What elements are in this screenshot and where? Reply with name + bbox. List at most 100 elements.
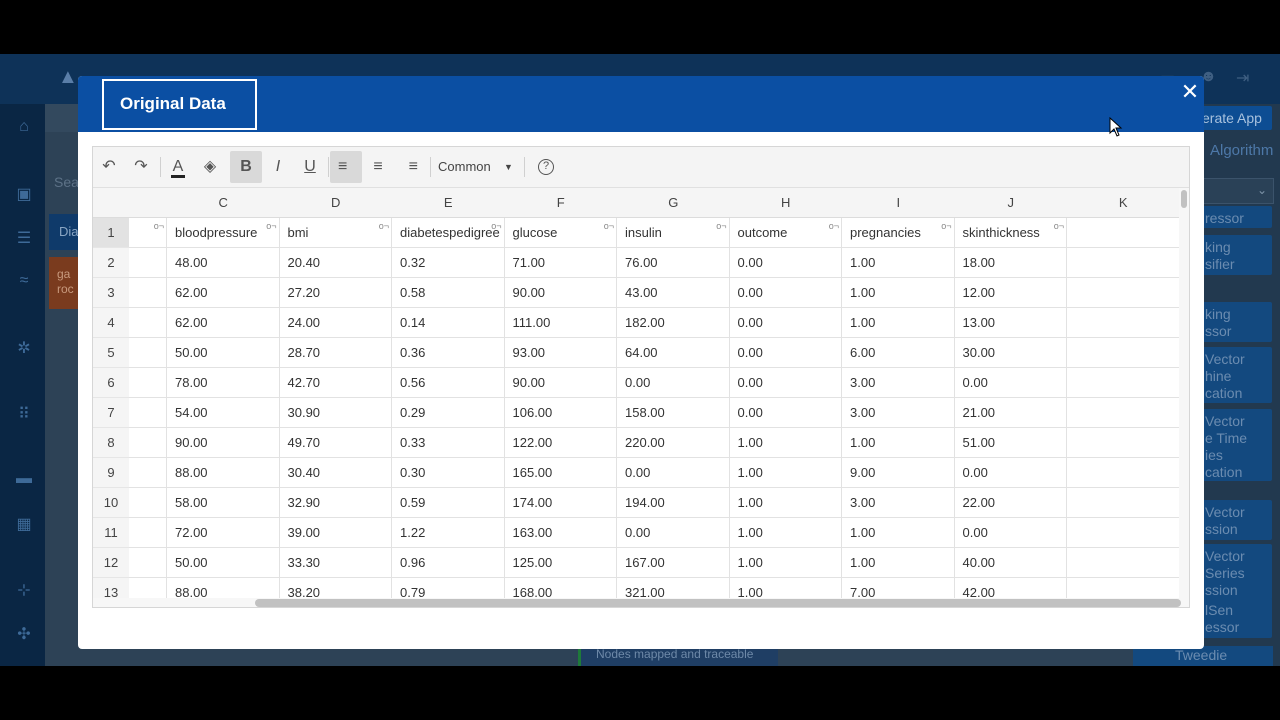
key-icon[interactable]: o¬ bbox=[154, 220, 164, 232]
algorithm-select[interactable]: ⌄ bbox=[1200, 178, 1274, 204]
grid-cell[interactable] bbox=[129, 518, 167, 548]
grid-cell[interactable]: 21.00 bbox=[954, 398, 1067, 428]
grid-cell[interactable]: 0.58 bbox=[392, 278, 505, 308]
row-header[interactable]: 6 bbox=[93, 368, 129, 398]
row-header[interactable]: 7 bbox=[93, 398, 129, 428]
grid-cell[interactable] bbox=[129, 578, 167, 598]
close-icon[interactable]: ✕ bbox=[1178, 80, 1202, 104]
grid-cell[interactable]: 50.00 bbox=[167, 548, 280, 578]
grid-cell[interactable] bbox=[1067, 458, 1180, 488]
row-header[interactable]: 12 bbox=[93, 548, 129, 578]
grid-cell[interactable]: 12.00 bbox=[954, 278, 1067, 308]
row-header[interactable]: 4 bbox=[93, 308, 129, 338]
grid-cell[interactable]: 58.00 bbox=[167, 488, 280, 518]
grid-cell[interactable]: 0.56 bbox=[392, 368, 505, 398]
grid-cell[interactable]: 122.00 bbox=[504, 428, 617, 458]
grid-cell[interactable]: 182.00 bbox=[617, 308, 730, 338]
grid-cell[interactable]: 90.00 bbox=[504, 278, 617, 308]
grid-cell[interactable]: 3.00 bbox=[842, 488, 955, 518]
header-cell[interactable]: pregnancies o¬ bbox=[842, 218, 955, 248]
vertical-scrollbar[interactable] bbox=[1179, 188, 1189, 598]
grid-cell[interactable]: 13.00 bbox=[954, 308, 1067, 338]
grid-cell[interactable]: 0.14 bbox=[392, 308, 505, 338]
column-header[interactable]: I bbox=[842, 188, 955, 218]
grid-cell[interactable]: 0.36 bbox=[392, 338, 505, 368]
grid-cell[interactable]: 49.70 bbox=[279, 428, 392, 458]
font-family-dropdown[interactable]: Common bbox=[438, 151, 491, 183]
header-cell[interactable]: bmi o¬ bbox=[279, 218, 392, 248]
row-header[interactable]: 8 bbox=[93, 428, 129, 458]
grid-cell[interactable]: 0.00 bbox=[729, 398, 842, 428]
row-header[interactable]: 13 bbox=[93, 578, 129, 598]
grid-cell[interactable]: 40.00 bbox=[954, 548, 1067, 578]
grid-cell[interactable]: 0.00 bbox=[954, 518, 1067, 548]
grid-cell[interactable]: 90.00 bbox=[167, 428, 280, 458]
grid-cell[interactable]: 22.00 bbox=[954, 488, 1067, 518]
grid-cell[interactable]: 1.00 bbox=[842, 428, 955, 458]
header-cell[interactable]: diabetespedigree o¬ bbox=[392, 218, 505, 248]
grid-cell[interactable] bbox=[129, 338, 167, 368]
undo-icon[interactable]: ↶ bbox=[93, 151, 125, 183]
grid-cell[interactable]: 1.00 bbox=[730, 578, 842, 598]
grid-cell[interactable]: 3.00 bbox=[842, 368, 955, 398]
grid-cell[interactable]: 1.00 bbox=[729, 458, 842, 488]
grid-cell[interactable]: 71.00 bbox=[504, 248, 617, 278]
grid-cell[interactable]: 158.00 bbox=[617, 398, 730, 428]
grid-cell[interactable]: 24.00 bbox=[279, 308, 392, 338]
dashboard-icon[interactable]: ▦ bbox=[14, 514, 34, 534]
header-cell[interactable]: bloodpressure o¬ bbox=[167, 218, 280, 248]
grid-cell[interactable] bbox=[1067, 398, 1180, 428]
grid-cell[interactable] bbox=[129, 458, 167, 488]
grid-cell[interactable]: 54.00 bbox=[167, 398, 280, 428]
grid-cell[interactable]: 62.00 bbox=[167, 278, 280, 308]
grid-cell[interactable]: 76.00 bbox=[617, 248, 730, 278]
grid-cell[interactable] bbox=[129, 368, 167, 398]
database-icon[interactable]: ☰ bbox=[14, 228, 34, 248]
grid-cell[interactable]: 1.00 bbox=[842, 548, 955, 578]
italic-button[interactable]: I bbox=[262, 151, 294, 183]
grid-cell[interactable]: 0.96 bbox=[392, 548, 505, 578]
grid-cell[interactable]: 30.00 bbox=[954, 338, 1067, 368]
grid-cell[interactable]: 6.00 bbox=[842, 338, 955, 368]
grid-cell[interactable] bbox=[1067, 578, 1180, 598]
key-icon[interactable]: o¬ bbox=[491, 220, 501, 232]
grid-cell[interactable]: 0.00 bbox=[729, 368, 842, 398]
grid-cell[interactable]: 165.00 bbox=[504, 458, 617, 488]
grid-cell[interactable]: 32.90 bbox=[279, 488, 392, 518]
column-header[interactable]: K bbox=[1067, 188, 1180, 218]
key-icon[interactable]: o¬ bbox=[716, 220, 726, 232]
grid-cell[interactable] bbox=[1067, 518, 1180, 548]
grid-cell[interactable]: 90.00 bbox=[504, 368, 617, 398]
grid-cell[interactable]: 43.00 bbox=[617, 278, 730, 308]
grid-cell[interactable] bbox=[1067, 338, 1180, 368]
help-icon[interactable]: ? bbox=[530, 151, 562, 183]
row-header[interactable]: 2 bbox=[93, 248, 129, 278]
grid-cell[interactable] bbox=[129, 488, 167, 518]
key-icon[interactable]: o¬ bbox=[1054, 220, 1064, 232]
font-color-icon[interactable]: A bbox=[162, 151, 194, 183]
grid-cell[interactable]: 27.20 bbox=[279, 278, 392, 308]
grid-cell[interactable] bbox=[129, 398, 167, 428]
grid-cell[interactable]: 18.00 bbox=[954, 248, 1067, 278]
grid-cell[interactable]: 0.00 bbox=[954, 368, 1067, 398]
grid-cell[interactable]: 50.00 bbox=[167, 338, 280, 368]
header-cell[interactable]: skinthickness o¬ bbox=[954, 218, 1067, 248]
key-icon[interactable]: o¬ bbox=[941, 220, 951, 232]
grid-cell[interactable]: 0.00 bbox=[954, 458, 1067, 488]
grid-cell[interactable]: 3.00 bbox=[842, 398, 955, 428]
row-header[interactable]: 10 bbox=[93, 488, 129, 518]
grid-cell[interactable]: 7.00 bbox=[842, 578, 955, 598]
grid-cell[interactable]: o¬ bbox=[129, 218, 167, 248]
grid-cell[interactable]: 0.00 bbox=[729, 338, 842, 368]
bold-button[interactable]: B bbox=[230, 151, 262, 183]
header-cell[interactable]: insulin o¬ bbox=[617, 218, 730, 248]
header-cell[interactable]: glucose o¬ bbox=[504, 218, 617, 248]
column-header[interactable]: G bbox=[617, 188, 730, 218]
grid-cell[interactable]: 20.40 bbox=[279, 248, 392, 278]
algorithm-item-tweedie[interactable]: Tweedie bbox=[1133, 646, 1273, 666]
redo-icon[interactable]: ↷ bbox=[125, 151, 157, 183]
column-header[interactable]: H bbox=[730, 188, 843, 218]
align-center-icon[interactable]: ≡ bbox=[362, 151, 394, 183]
row-header[interactable]: 11 bbox=[93, 518, 129, 548]
grid-cell[interactable]: 1.22 bbox=[392, 518, 505, 548]
